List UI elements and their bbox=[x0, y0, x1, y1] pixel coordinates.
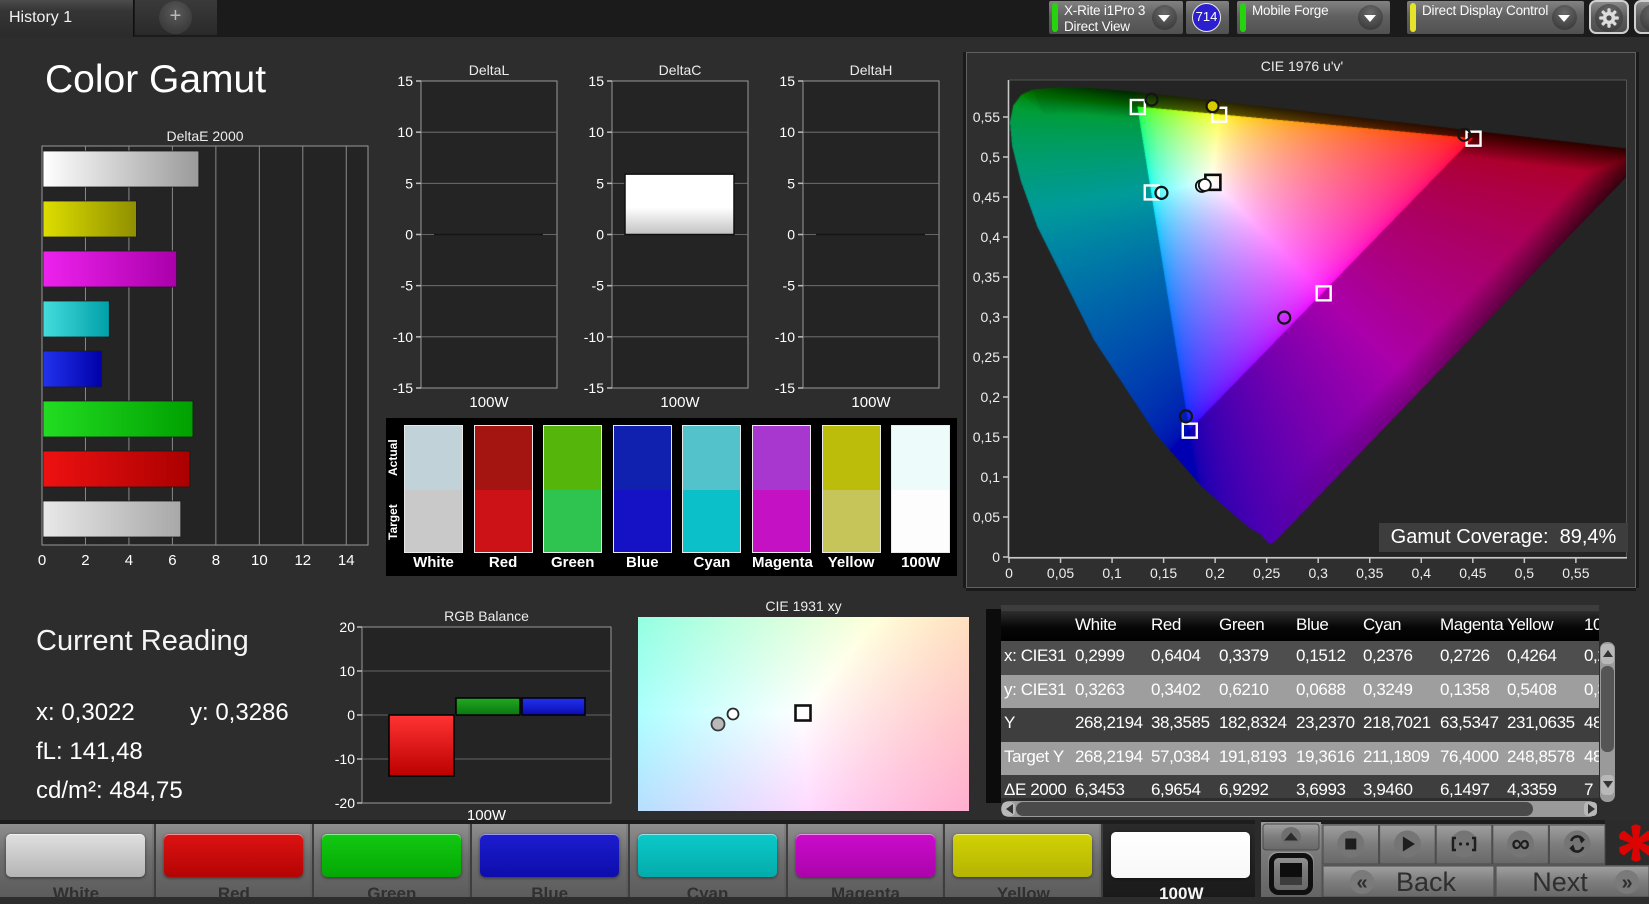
svg-text:-5: -5 bbox=[783, 278, 796, 294]
svg-text:0,5: 0,5 bbox=[981, 149, 1001, 165]
svg-text:0,15: 0,15 bbox=[1150, 565, 1177, 581]
svg-text:«: « bbox=[1356, 872, 1367, 894]
svg-text:5: 5 bbox=[596, 175, 604, 191]
svg-text:10: 10 bbox=[339, 663, 355, 679]
svg-text:0,2: 0,2 bbox=[1205, 565, 1225, 581]
svg-text:10: 10 bbox=[397, 124, 413, 140]
svg-text:0,55: 0,55 bbox=[1562, 565, 1589, 581]
svg-text:0,4: 0,4 bbox=[1412, 565, 1432, 581]
svg-text:0,25: 0,25 bbox=[973, 349, 1000, 365]
svg-text:0,05: 0,05 bbox=[973, 509, 1000, 525]
svg-text:0,45: 0,45 bbox=[973, 189, 1000, 205]
svg-text:15: 15 bbox=[779, 73, 795, 89]
svg-text:RGB Balance: RGB Balance bbox=[444, 608, 529, 624]
svg-text:0: 0 bbox=[38, 552, 46, 569]
svg-text:0,45: 0,45 bbox=[1459, 565, 1486, 581]
svg-text:14: 14 bbox=[338, 552, 355, 569]
svg-text:0,05: 0,05 bbox=[1047, 565, 1074, 581]
svg-text:15: 15 bbox=[397, 73, 413, 89]
svg-text:-15: -15 bbox=[393, 380, 413, 396]
svg-text:0: 0 bbox=[405, 227, 413, 243]
svg-text:6: 6 bbox=[168, 552, 176, 569]
svg-text:100W: 100W bbox=[660, 394, 700, 411]
svg-text:0,1: 0,1 bbox=[1102, 565, 1122, 581]
svg-text:DeltaL: DeltaL bbox=[469, 62, 510, 78]
svg-text:0,3: 0,3 bbox=[1308, 565, 1328, 581]
svg-text:0,15: 0,15 bbox=[973, 429, 1000, 445]
svg-text:100W: 100W bbox=[469, 394, 509, 411]
svg-text:-10: -10 bbox=[584, 329, 604, 345]
svg-text:»: » bbox=[1621, 872, 1632, 894]
svg-text:0,55: 0,55 bbox=[973, 109, 1000, 125]
svg-text:0,1: 0,1 bbox=[981, 469, 1001, 485]
svg-text:-5: -5 bbox=[401, 278, 414, 294]
svg-text:20: 20 bbox=[339, 619, 355, 635]
svg-text:100W: 100W bbox=[851, 394, 891, 411]
svg-text:-10: -10 bbox=[775, 329, 795, 345]
svg-text:0,25: 0,25 bbox=[1253, 565, 1280, 581]
svg-text:0,2: 0,2 bbox=[981, 389, 1001, 405]
svg-text:-15: -15 bbox=[584, 380, 604, 396]
svg-text:5: 5 bbox=[405, 175, 413, 191]
svg-text:10: 10 bbox=[588, 124, 604, 140]
svg-text:-10: -10 bbox=[335, 751, 355, 767]
svg-text:0: 0 bbox=[1005, 565, 1013, 581]
svg-text:-15: -15 bbox=[775, 380, 795, 396]
svg-text:0: 0 bbox=[787, 227, 795, 243]
svg-text:DeltaC: DeltaC bbox=[659, 62, 702, 78]
svg-text:-10: -10 bbox=[393, 329, 413, 345]
svg-text:10: 10 bbox=[779, 124, 795, 140]
svg-text:Next: Next bbox=[1532, 867, 1588, 897]
svg-text:2: 2 bbox=[81, 552, 89, 569]
svg-text:DeltaE 2000: DeltaE 2000 bbox=[166, 128, 243, 144]
svg-text:15: 15 bbox=[588, 73, 604, 89]
svg-text:DeltaH: DeltaH bbox=[850, 62, 893, 78]
svg-text:Back: Back bbox=[1396, 867, 1457, 897]
svg-text:8: 8 bbox=[212, 552, 220, 569]
svg-text:∞: ∞ bbox=[1511, 828, 1530, 858]
svg-text:-20: -20 bbox=[335, 795, 355, 811]
svg-text:5: 5 bbox=[787, 175, 795, 191]
svg-text:0: 0 bbox=[596, 227, 604, 243]
svg-text:12: 12 bbox=[294, 552, 311, 569]
svg-text:0: 0 bbox=[347, 707, 355, 723]
svg-text:0: 0 bbox=[992, 549, 1000, 565]
svg-text:-5: -5 bbox=[592, 278, 605, 294]
svg-text:4: 4 bbox=[125, 552, 133, 569]
svg-text:0,35: 0,35 bbox=[973, 269, 1000, 285]
svg-text:0,5: 0,5 bbox=[1515, 565, 1535, 581]
svg-text:0,35: 0,35 bbox=[1356, 565, 1383, 581]
svg-text:0,4: 0,4 bbox=[981, 229, 1001, 245]
svg-text:10: 10 bbox=[251, 552, 268, 569]
svg-text:0,3: 0,3 bbox=[981, 309, 1001, 325]
